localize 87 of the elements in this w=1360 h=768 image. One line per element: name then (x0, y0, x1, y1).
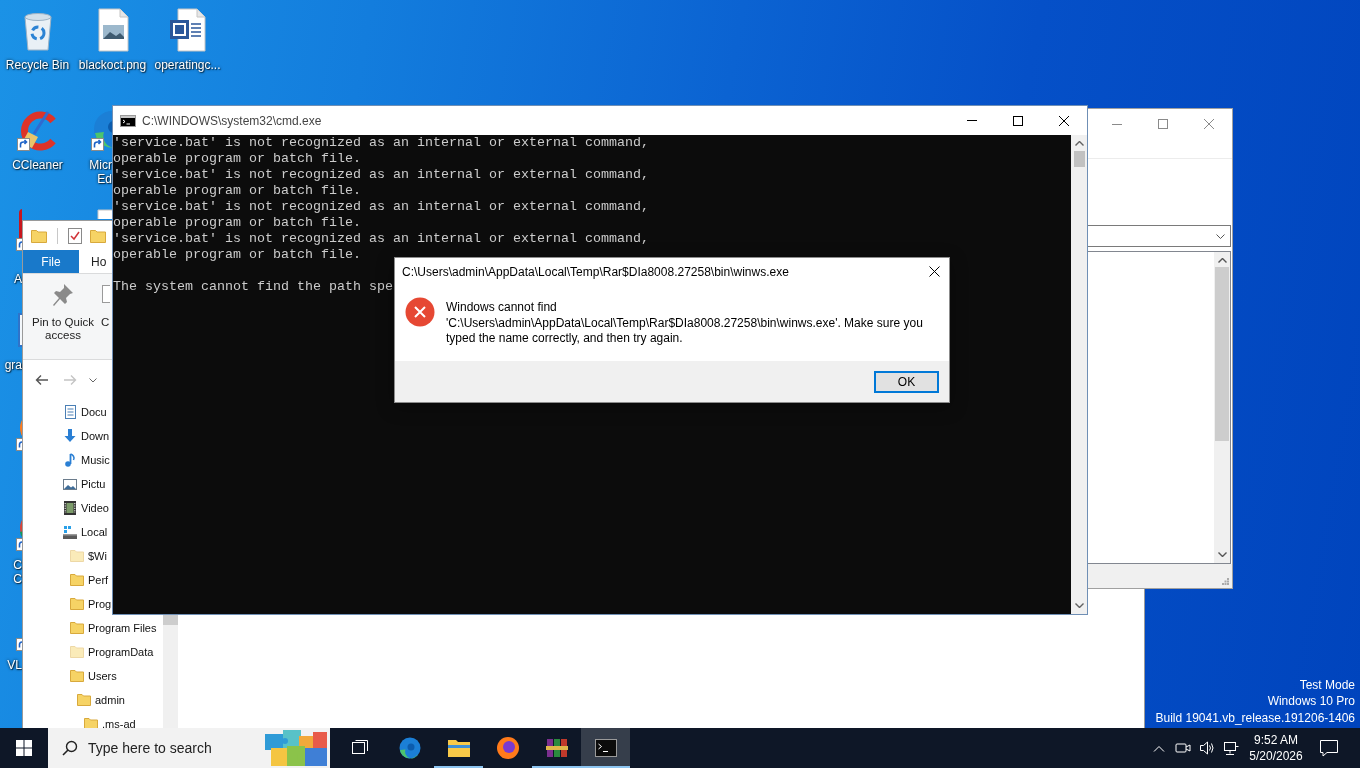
camera-icon (1175, 741, 1191, 755)
speaker-icon (1199, 740, 1215, 756)
tree-item[interactable]: Music (62, 449, 110, 471)
icon-label: operatingc... (154, 58, 221, 72)
tree-item[interactable]: Perf (69, 569, 109, 591)
tree-item[interactable]: Docu (62, 401, 107, 423)
ok-button[interactable]: OK (874, 370, 939, 393)
file-tab[interactable]: File (23, 250, 79, 273)
chevron-up-icon (1217, 258, 1227, 263)
taskbar-clock[interactable]: 9:52 AM 5/20/2026 (1243, 728, 1309, 768)
network-icon (1223, 740, 1239, 756)
icon-label: CCleaner (12, 158, 63, 172)
folder-icon[interactable] (31, 228, 47, 243)
console-text: 'service.bat' is not recognized as an internal or external command, (113, 135, 649, 151)
folder-icon[interactable] (90, 228, 106, 243)
chevron-down-icon (1216, 233, 1225, 239)
checklist-icon[interactable] (68, 227, 82, 244)
icon-label: Micr Ed (89, 158, 112, 186)
minimize-icon (1112, 123, 1122, 125)
console-text: operable program or batch file. (113, 151, 361, 167)
console-text: 'service.bat' is not recognized as an internal or external command, (113, 231, 649, 247)
caret-down-icon (89, 377, 97, 383)
windows-logo-icon (16, 740, 32, 756)
icon-label: Recycle Bin (5, 58, 70, 72)
copy-button[interactable]: C (101, 283, 113, 329)
chevron-down-icon (1074, 603, 1084, 608)
close-icon (1059, 115, 1069, 126)
terminal-icon (593, 736, 618, 760)
chevron-down-icon (1217, 552, 1227, 557)
system-notice-text: Windows 10 Pro (1267, 693, 1355, 710)
scrollbar[interactable] (1214, 252, 1230, 563)
scrollbar-thumb[interactable] (163, 615, 178, 625)
minimize-icon (967, 120, 977, 121)
chevron-up-icon (1153, 744, 1165, 752)
maximize-icon (1158, 119, 1168, 129)
console-text: operable program or batch file. (113, 183, 361, 199)
scrollbar-thumb[interactable] (1073, 151, 1085, 167)
taskbar-button[interactable] (581, 728, 630, 768)
window-title: C:\WINDOWS\system32\cmd.exe (142, 113, 322, 128)
console-text: operable program or batch file. (113, 215, 361, 231)
dialog-message: Windows cannot find 'C:\Users\admin\AppData\Local\Temp\Rar$DIa8008.27258\bin\winws.exe'. Make sure you typed the name correctly, and then try again. (446, 300, 924, 347)
dropdown-field[interactable] (1088, 225, 1231, 247)
icon-label: gra (4, 358, 22, 372)
tree-item[interactable]: Local (62, 521, 108, 543)
tree-item[interactable]: Program Files (69, 617, 157, 639)
tree-item[interactable]: .ms-ad (83, 713, 136, 728)
console-text: The system cannot find the path spe (113, 279, 393, 295)
tree-item[interactable]: Down (62, 425, 110, 447)
close-icon (1204, 119, 1214, 129)
chevron-up-icon (1074, 141, 1084, 146)
console-text: 'service.bat' is not recognized as an internal or external command, (113, 199, 649, 215)
pin-icon (52, 283, 74, 307)
tree-item[interactable]: Users (69, 665, 117, 687)
console-text: operable program or batch file. (113, 247, 361, 263)
scrollbar[interactable] (163, 615, 178, 728)
system-notice-text: Build 19041.vb_release.191206-1406 (1155, 709, 1355, 726)
arrow-right-icon (63, 374, 77, 386)
console-text: 'service.bat' is not recognized as an internal or external command, (113, 167, 649, 183)
tree-item[interactable]: Video (62, 497, 109, 519)
arrow-left-icon (35, 374, 49, 386)
browser-icon (495, 736, 520, 760)
ribbon-tab[interactable]: Ho (79, 250, 111, 273)
maximize-icon (1013, 115, 1023, 126)
tree-item[interactable]: $Wi (69, 545, 107, 567)
close-icon (928, 266, 940, 277)
tree-item[interactable]: admin (76, 689, 125, 711)
terminal-icon (120, 114, 136, 127)
tree-item[interactable]: Pictu (62, 473, 106, 495)
books-icon (544, 736, 569, 760)
icon-label: VL (7, 658, 22, 672)
tree-item[interactable]: ProgramData (69, 641, 154, 663)
icon-label: A (14, 272, 22, 286)
scrollbar[interactable] (1071, 135, 1087, 614)
icon-label: blackoct.png (78, 58, 147, 72)
icon-label: C C (13, 558, 22, 586)
dialog-title: C:\Users\admin\AppData\Local\Temp\Rar$DIa8008.27258\bin\winws.exe (402, 264, 789, 279)
pin-button[interactable]: Pin to Quick access (29, 283, 97, 342)
tree-item[interactable]: Prog (69, 593, 112, 615)
browser-icon (397, 736, 422, 760)
error-icon (405, 297, 435, 327)
search-icon (62, 740, 78, 756)
notification-icon (1319, 739, 1339, 757)
puzzle-icon (265, 730, 327, 766)
resize-grip-icon[interactable] (1222, 578, 1229, 585)
system-notice-text: Test Mode (1299, 676, 1355, 693)
scrollbar-thumb[interactable] (1215, 267, 1229, 441)
page-icon (101, 283, 110, 305)
